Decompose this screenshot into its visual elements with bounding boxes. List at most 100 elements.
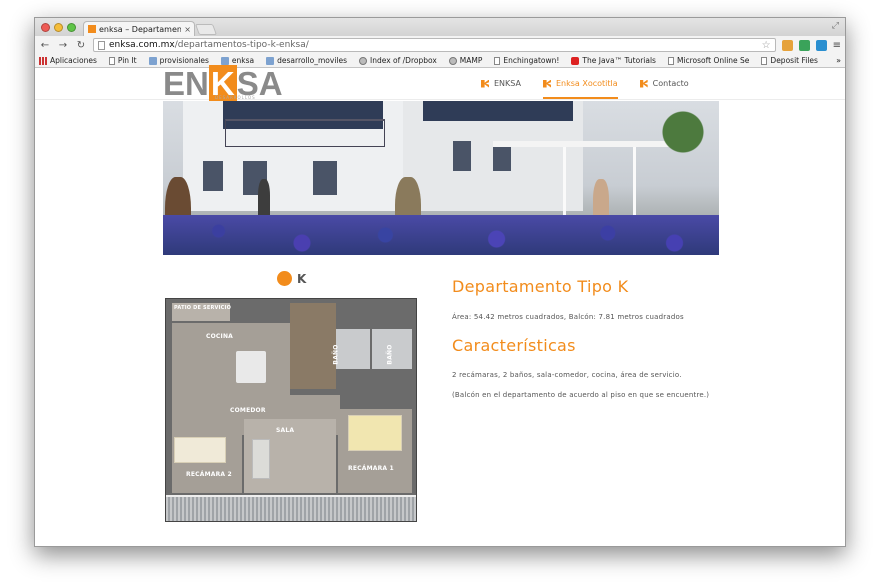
plan-label-recamara-1: RECÁMARA 1 (348, 465, 394, 472)
reload-icon[interactable]: ↻ (75, 40, 87, 51)
features-text: 2 recámaras, 2 baños, sala-comedor, coci… (452, 371, 682, 379)
bookmark-label: Enchingatown! (503, 56, 560, 65)
bookmark-item[interactable]: Aplicaciones (39, 56, 97, 65)
globe-icon (448, 56, 457, 65)
bookmark-label: desarrollo_moviles (277, 56, 348, 65)
url-host: enksa.com.mx (109, 40, 175, 50)
dining-table (236, 351, 266, 383)
browser-toolbar: ← → ↻ enksa.com.mx/departamentos-tipo-k-… (35, 36, 845, 54)
plan-label-bano-2: BAÑO (386, 344, 394, 365)
zoom-window-button[interactable] (67, 23, 76, 32)
building-roof (423, 101, 573, 121)
browser-window: enksa – Departamentos tip × ⤢ ← → ↻ enks… (34, 17, 846, 547)
bookmark-label: Microsoft Online Se (676, 56, 750, 65)
nav-label: Contacto (652, 79, 689, 88)
folder-icon (220, 56, 229, 65)
bookmark-star-icon[interactable]: ☆ (762, 40, 771, 51)
tab-title: enksa – Departamentos tip (99, 24, 181, 34)
plan-label-cocina: COCINA (206, 333, 234, 340)
page-icon (108, 56, 115, 65)
bookmark-label: Pin It (117, 56, 137, 65)
fullscreen-icon[interactable]: ⤢ (832, 21, 839, 31)
bookmark-item[interactable]: Index of /Dropbox (359, 56, 437, 65)
k-logo-icon (481, 79, 489, 88)
tab-active[interactable]: enksa – Departamentos tip × (83, 21, 195, 36)
address-bar[interactable]: enksa.com.mx/departamentos-tipo-k-enksa/… (93, 38, 776, 52)
page-icon (667, 56, 674, 65)
bookmark-label: The Java™ Tutorials (582, 56, 656, 65)
extension-green-icon[interactable] (798, 39, 810, 51)
window (203, 161, 223, 191)
sofa (252, 439, 270, 479)
plan-label-bano-1: BAÑO (332, 344, 340, 365)
enksa-favicon-icon (88, 25, 96, 33)
back-arrow-icon[interactable]: ← (39, 40, 51, 51)
menu-icon[interactable]: ≡ (833, 40, 841, 51)
bookmark-label: enksa (231, 56, 255, 65)
folder-icon (148, 56, 157, 65)
plan-label-patio: PATIO DE SERVICIO (174, 305, 232, 311)
plan-label-recamara-2: RECÁMARA 2 (186, 471, 232, 478)
site-header: ENKSA DESARROLLOS ENKSA Enksa Xocotitla … (35, 65, 845, 102)
logo-subtitle: DESARROLLOS (215, 95, 256, 100)
apps-icon (39, 56, 47, 65)
window-controls (41, 23, 76, 32)
plan-label-comedor: COMEDOR (230, 407, 266, 414)
logo-text-left: EN (163, 65, 209, 102)
bookmark-item[interactable]: Enchingatown! (494, 56, 559, 65)
bookmark-item[interactable]: desarrollo_moviles (266, 56, 347, 65)
extension-blue-icon[interactable] (815, 39, 827, 51)
bookmark-item[interactable]: The Java™ Tutorials (571, 56, 656, 65)
bookmark-item[interactable]: Deposit Files (761, 56, 818, 65)
url-text: enksa.com.mx/departamentos-tipo-k-enksa/ (109, 40, 758, 50)
balcony-terrace (166, 495, 416, 521)
window (453, 141, 471, 171)
k-logo-icon (639, 79, 648, 88)
page-title: Departamento Tipo K (452, 277, 629, 296)
bookmark-item[interactable]: Pin It (108, 56, 137, 65)
close-window-button[interactable] (41, 23, 50, 32)
bathroom-1 (336, 329, 370, 369)
area-text: Área: 54.42 metros cuadrados, Balcón: 7.… (452, 313, 684, 321)
bookmarks-bar: Aplicaciones Pin It provisionales enksa … (35, 54, 845, 68)
bookmark-label: Deposit Files (770, 56, 818, 65)
palm-tree (653, 111, 713, 181)
web-page: ENKSA DESARROLLOS ENKSA Enksa Xocotitla … (35, 65, 845, 546)
forward-arrow-icon[interactable]: → (57, 40, 69, 51)
more-bookmarks-icon[interactable]: » (836, 56, 841, 65)
tab-strip: enksa – Departamentos tip × ⤢ (35, 18, 845, 36)
orange-dot-icon (277, 271, 292, 286)
youtube-icon (571, 56, 580, 65)
window (313, 161, 337, 195)
plan-title: K (277, 271, 306, 286)
bookmark-item[interactable]: enksa (220, 56, 255, 65)
extension-pen-icon[interactable] (781, 39, 793, 51)
k-logo-icon (542, 79, 551, 88)
nav-label: ENKSA (494, 79, 521, 88)
nav-item-enksa[interactable]: ENKSA (481, 68, 521, 99)
page-icon (98, 40, 105, 50)
person (258, 179, 270, 219)
features-heading: Características (452, 336, 576, 355)
new-tab-button[interactable] (194, 24, 218, 35)
close-tab-icon[interactable]: × (184, 25, 194, 34)
nav-label: Enksa Xocotitla (555, 79, 618, 88)
floor-plan: PATIO DE SERVICIO COCINA BAÑO BAÑO COMED… (165, 298, 417, 522)
nav-item-contacto[interactable]: Contacto (639, 68, 689, 99)
bookmark-label: MAMP (459, 56, 483, 65)
plan-label-sala: SALA (276, 427, 295, 434)
bookmark-label: provisionales (159, 56, 209, 65)
bookmark-item[interactable]: provisionales (148, 56, 209, 65)
folder-icon (266, 56, 275, 65)
nav-item-enksa-xocotitla[interactable]: Enksa Xocotitla (542, 68, 618, 99)
bookmark-item[interactable]: Microsoft Online Se (667, 56, 750, 65)
flower-beds (163, 215, 719, 255)
page-icon (494, 56, 501, 65)
balcony (225, 119, 385, 147)
bed (348, 415, 402, 451)
plan-letter: K (297, 271, 307, 286)
minimize-window-button[interactable] (54, 23, 63, 32)
globe-icon (359, 56, 368, 65)
bookmark-item[interactable]: MAMP (448, 56, 483, 65)
bed (174, 437, 226, 463)
